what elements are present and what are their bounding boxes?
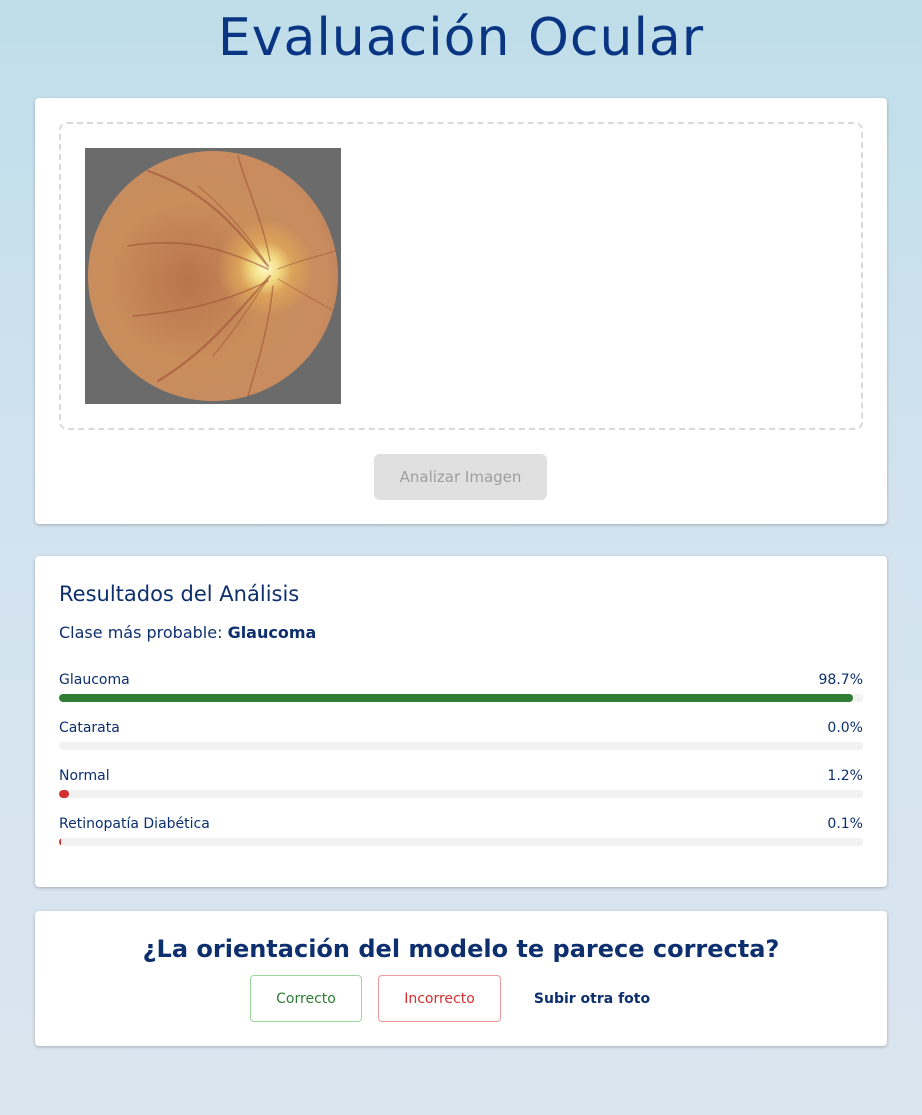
feedback-card: ¿La orientación del modelo te parece cor… xyxy=(35,911,887,1046)
analyze-image-button[interactable]: Analizar Imagen xyxy=(374,454,547,500)
prob-value: 1.2% xyxy=(827,768,863,784)
prob-row-glaucoma: Glaucoma 98.7% xyxy=(59,672,863,708)
incorrect-button[interactable]: Incorrecto xyxy=(378,975,501,1022)
results-title: Resultados del Análisis xyxy=(59,582,300,606)
page-title: Evaluación Ocular xyxy=(217,8,705,68)
upload-another-photo-button[interactable]: Subir otra foto xyxy=(517,975,667,1022)
top-class-value: Glaucoma xyxy=(227,623,317,642)
prob-row-normal: Normal 1.2% xyxy=(59,768,863,804)
image-dropzone[interactable] xyxy=(59,122,863,430)
prob-bar-fill xyxy=(59,838,61,846)
prob-value: 0.1% xyxy=(827,816,863,832)
prob-bar-track xyxy=(59,742,863,750)
top-class: Clase más probable: Glaucoma xyxy=(59,623,316,642)
upload-card: Analizar Imagen xyxy=(35,98,887,524)
prob-bar-track xyxy=(59,838,863,846)
top-class-prefix: Clase más probable: xyxy=(59,623,223,642)
prob-bar-fill xyxy=(59,790,69,798)
prob-row-catarata: Catarata 0.0% xyxy=(59,720,863,756)
prob-bar-track xyxy=(59,694,863,702)
prob-value: 0.0% xyxy=(827,720,863,736)
prob-label: Normal xyxy=(59,768,110,784)
prob-label: Glaucoma xyxy=(59,672,130,688)
prob-value: 98.7% xyxy=(818,672,863,688)
correct-button[interactable]: Correcto xyxy=(250,975,362,1022)
feedback-question: ¿La orientación del modelo te parece cor… xyxy=(142,935,780,963)
prob-row-retinopatia: Retinopatía Diabética 0.1% xyxy=(59,816,863,852)
prob-label: Catarata xyxy=(59,720,120,736)
results-card: Resultados del Análisis Clase más probab… xyxy=(35,556,887,887)
retina-fundus-image xyxy=(88,151,338,401)
prob-bar-track xyxy=(59,790,863,798)
prob-label: Retinopatía Diabética xyxy=(59,816,210,832)
prob-bar-fill xyxy=(59,694,853,702)
uploaded-image-preview xyxy=(85,148,341,404)
retina-vessels xyxy=(127,155,337,397)
